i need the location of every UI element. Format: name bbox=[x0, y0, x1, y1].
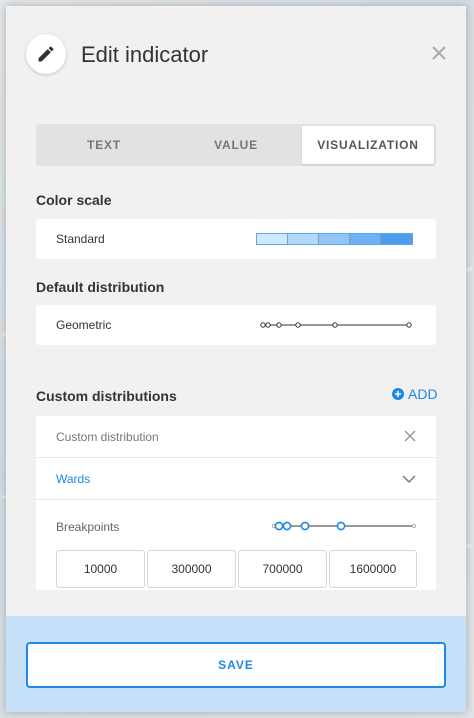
plus-circle-icon bbox=[392, 388, 404, 400]
save-button[interactable]: SAVE bbox=[26, 642, 446, 688]
breakpoint-input[interactable]: 700000 bbox=[238, 550, 327, 588]
tab-bar: TEXT VALUE VISUALIZATION bbox=[36, 124, 436, 166]
breakpoints-preview bbox=[271, 521, 416, 531]
default-distribution-label: Default distribution bbox=[36, 279, 165, 295]
tab-text[interactable]: TEXT bbox=[38, 126, 170, 164]
color-scale-label: Color scale bbox=[36, 192, 112, 208]
custom-distribution-name-field[interactable]: Custom distribution bbox=[36, 416, 436, 458]
breakpoint-inputs: 10000 300000 700000 1600000 bbox=[56, 550, 417, 588]
area-dropdown[interactable]: Wards bbox=[36, 458, 436, 500]
color-swatch bbox=[381, 234, 412, 244]
geometric-distribution-preview bbox=[260, 322, 412, 328]
color-scale-preview bbox=[256, 233, 413, 245]
pencil-icon bbox=[26, 34, 66, 74]
breakpoints-label: Breakpoints bbox=[56, 520, 120, 534]
color-scale-selector[interactable]: Standard bbox=[36, 219, 436, 259]
dialog-title: Edit indicator bbox=[81, 42, 209, 67]
color-scale-value: Standard bbox=[56, 232, 105, 246]
color-swatch bbox=[350, 234, 381, 244]
add-label: ADD bbox=[408, 386, 438, 402]
color-swatch bbox=[288, 234, 319, 244]
color-swatch bbox=[257, 234, 288, 244]
add-distribution-button[interactable]: ADD bbox=[392, 386, 438, 402]
custom-distribution-placeholder: Custom distribution bbox=[56, 429, 159, 444]
custom-distribution-card: Custom distribution Wards Breakpoints 10… bbox=[36, 416, 436, 590]
tab-visualization[interactable]: VISUALIZATION bbox=[302, 126, 434, 164]
edit-indicator-dialog: Edit indicator TEXT VALUE VISUALIZATION … bbox=[6, 6, 466, 712]
dialog-header: Edit indicator bbox=[6, 6, 466, 102]
close-icon[interactable] bbox=[430, 44, 448, 62]
breakpoint-input[interactable]: 10000 bbox=[56, 550, 145, 588]
default-distribution-selector[interactable]: Geometric bbox=[36, 305, 436, 345]
dialog-footer: SAVE bbox=[6, 616, 466, 712]
breakpoint-input[interactable]: 300000 bbox=[147, 550, 236, 588]
default-distribution-value: Geometric bbox=[56, 318, 112, 332]
close-icon[interactable] bbox=[404, 430, 416, 442]
area-dropdown-value: Wards bbox=[56, 471, 91, 486]
chevron-down-icon bbox=[402, 475, 416, 484]
breakpoint-input[interactable]: 1600000 bbox=[329, 550, 417, 588]
color-swatch bbox=[319, 234, 350, 244]
custom-distributions-label: Custom distributions bbox=[36, 388, 177, 404]
tab-value[interactable]: VALUE bbox=[170, 126, 302, 164]
